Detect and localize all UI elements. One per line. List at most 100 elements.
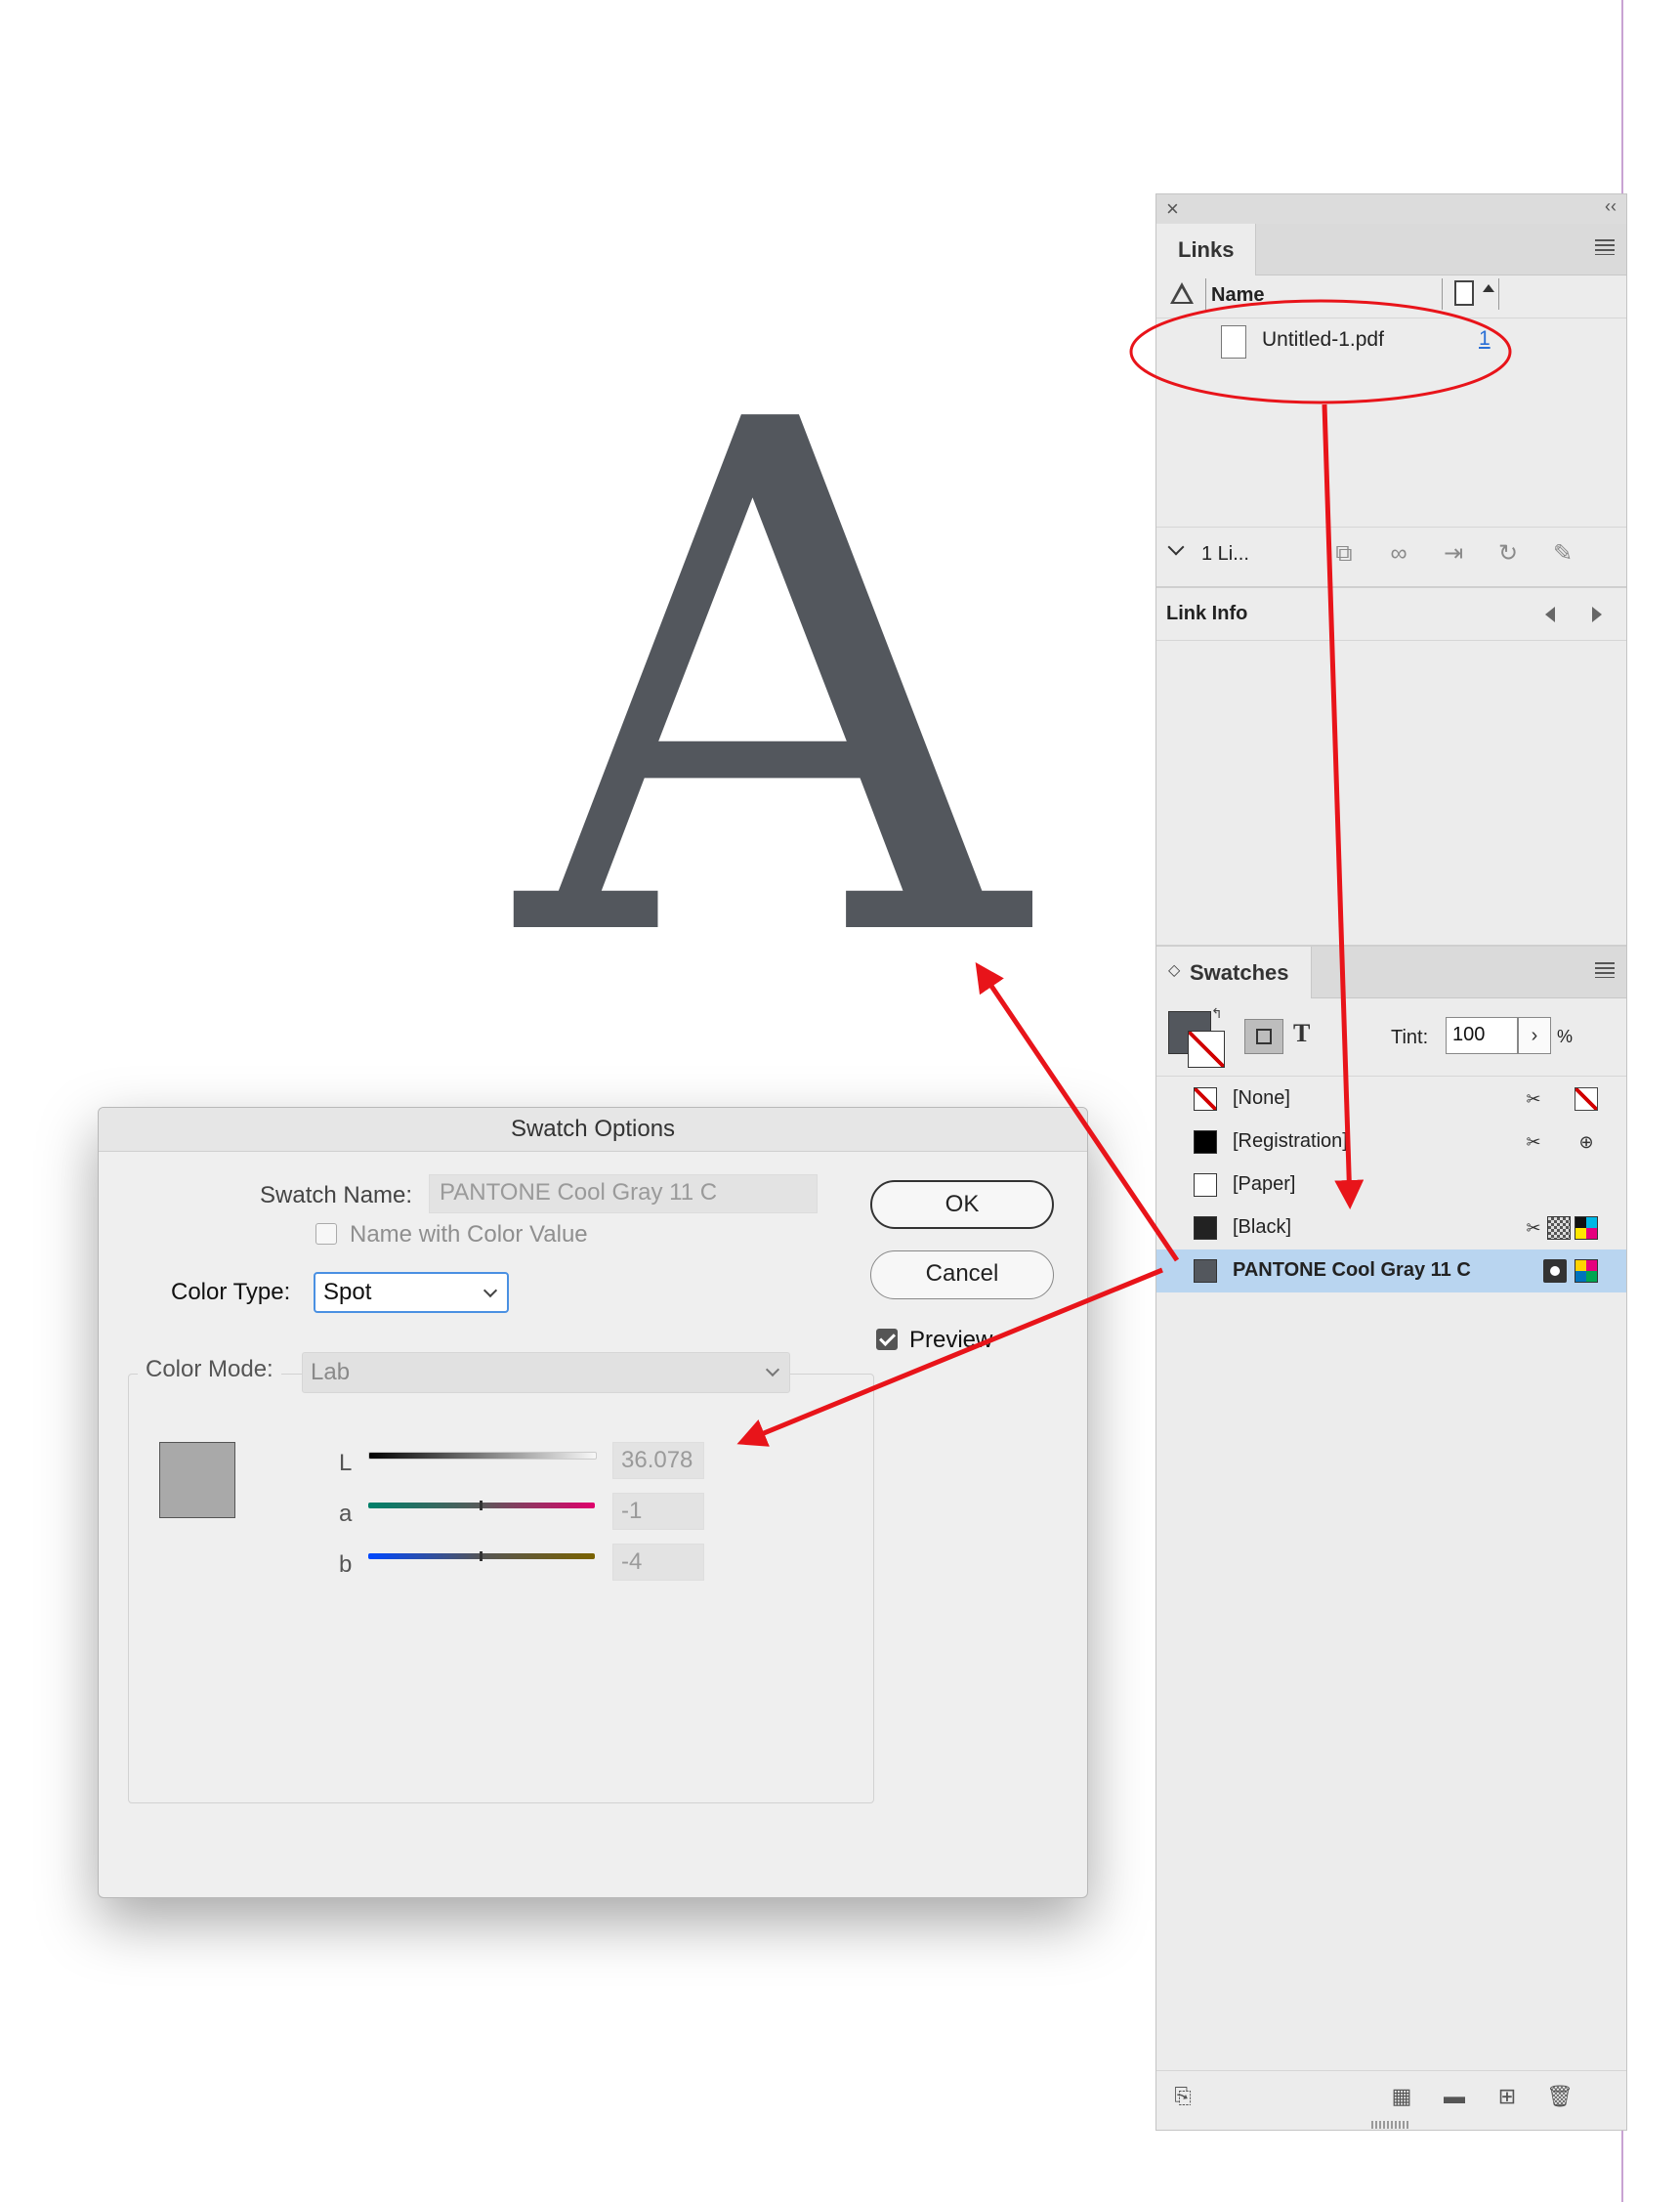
tint-unit: % <box>1557 1027 1574 1046</box>
color-type-value: Spot <box>323 1279 372 1305</box>
swatch-row-registration[interactable]: [Registration] ✂ ⊕ <box>1156 1121 1626 1164</box>
link-row[interactable]: Untitled-1.pdf 1 <box>1156 319 1626 360</box>
links-column-header: Name <box>1156 275 1626 318</box>
column-separator <box>1205 278 1206 310</box>
next-link-icon[interactable] <box>1592 607 1602 622</box>
name-with-color-value-label: Name with Color Value <box>350 1221 588 1248</box>
goto-link-icon[interactable]: ⇥ <box>1438 539 1469 569</box>
edit-original-icon[interactable]: ✎ <box>1547 539 1578 569</box>
a-slider-knob[interactable] <box>480 1501 483 1510</box>
show-swatch-kinds-icon[interactable]: ⎘ <box>1168 2083 1197 2110</box>
update-link-icon[interactable]: ↻ <box>1492 539 1524 569</box>
tab-links[interactable]: Links <box>1156 224 1257 275</box>
preview-label: Preview <box>909 1327 993 1353</box>
collapse-icon[interactable]: ‹‹ <box>1605 196 1617 217</box>
process-color-icon <box>1547 1216 1571 1240</box>
link-file-name: Untitled-1.pdf <box>1262 328 1384 351</box>
name-with-color-value-checkbox[interactable] <box>315 1223 337 1245</box>
color-mode-label: Color Mode: <box>146 1356 273 1382</box>
sort-arrow-icon[interactable] <box>1483 284 1494 292</box>
formatting-text-button[interactable]: T <box>1293 1019 1310 1048</box>
spot-color-icon <box>1543 1259 1567 1283</box>
swatch-row-black[interactable]: [Black] ✂ <box>1156 1207 1626 1249</box>
swatch-name-label: Swatch Name: <box>260 1182 413 1208</box>
ok-button[interactable]: OK <box>870 1180 1054 1229</box>
container-icon <box>1256 1029 1272 1044</box>
color-type-select[interactable]: Spot <box>314 1272 509 1313</box>
panel-menu-icon[interactable] <box>1595 239 1615 255</box>
links-tab-row: Links <box>1156 224 1626 275</box>
relink-from-cc-icon[interactable]: ⧉ <box>1328 539 1360 569</box>
link-count-label: 1 Li... <box>1201 543 1249 565</box>
non-editable-icon: ✂ <box>1526 1218 1541 1238</box>
color-mode-select[interactable]: Lab <box>302 1352 790 1393</box>
tab-swatches[interactable]: ◇ Swatches <box>1156 947 1312 998</box>
chevron-down-icon <box>483 1283 498 1298</box>
new-swatch-icon[interactable]: ⊞ <box>1492 2083 1522 2110</box>
color-mode-group <box>128 1374 874 1803</box>
relink-icon[interactable]: ∞ <box>1383 539 1414 569</box>
link-info-bar[interactable]: Link Info <box>1156 589 1626 641</box>
links-toolbar: 1 Li... ⧉ ∞ ⇥ ↻ ✎ <box>1156 527 1626 588</box>
new-color-group-icon[interactable]: ▬ <box>1440 2083 1469 2110</box>
l-slider-track[interactable] <box>368 1452 597 1460</box>
none-color-icon <box>1575 1087 1598 1111</box>
swatch-chip <box>1194 1130 1217 1154</box>
chevron-down-icon[interactable] <box>1167 538 1185 556</box>
swatch-views-icon[interactable]: ▦ <box>1387 2083 1416 2110</box>
swatch-chip <box>1194 1259 1217 1283</box>
cancel-button[interactable]: Cancel <box>870 1250 1054 1299</box>
name-column-header[interactable]: Name <box>1211 284 1264 307</box>
previous-link-icon[interactable] <box>1545 607 1555 622</box>
page-column-icon[interactable] <box>1454 280 1474 306</box>
a-slider-track[interactable] <box>368 1501 595 1510</box>
link-info-title: Link Info <box>1166 603 1248 624</box>
a-value-field[interactable]: -1 <box>612 1493 704 1530</box>
lab-mode-icon <box>1575 1259 1598 1283</box>
b-slider-knob[interactable] <box>480 1551 483 1561</box>
registration-icon: ⊕ <box>1578 1132 1594 1152</box>
tint-label: Tint: <box>1391 1027 1429 1048</box>
canvas-letter-a[interactable]: A <box>420 332 1123 1036</box>
panel-menu-icon[interactable] <box>1595 962 1615 978</box>
color-mode-value: Lab <box>311 1359 351 1385</box>
swatch-name: PANTONE Cool Gray 11 C <box>1233 1259 1471 1281</box>
b-value-field[interactable]: -4 <box>612 1544 704 1581</box>
column-separator <box>1442 278 1443 310</box>
chevron-down-icon <box>765 1362 780 1377</box>
color-mode-legend: Color Mode: <box>138 1356 281 1383</box>
tint-slider-toggle[interactable]: › <box>1518 1017 1551 1054</box>
swatches-tab-row: ◇ Swatches <box>1156 945 1626 998</box>
swatches-tab-label: Swatches <box>1190 960 1289 985</box>
swatch-chip <box>1194 1087 1217 1111</box>
delete-swatch-icon[interactable]: 🗑 <box>1545 2083 1575 2110</box>
color-preview-swatch <box>159 1442 235 1518</box>
preview-checkbox[interactable] <box>876 1329 898 1350</box>
panel-title-bar: × ‹‹ <box>1156 194 1626 225</box>
stroke-swatch[interactable] <box>1188 1031 1225 1068</box>
link-page-number[interactable]: 1 <box>1479 327 1491 351</box>
swatch-chip <box>1194 1173 1217 1197</box>
swatch-name: [Registration] <box>1233 1130 1348 1152</box>
swatch-name-field[interactable]: PANTONE Cool Gray 11 C <box>429 1174 818 1213</box>
b-slider-label: b <box>339 1551 353 1578</box>
b-slider-track[interactable] <box>368 1551 595 1561</box>
swatch-row-paper[interactable]: [Paper] <box>1156 1164 1626 1207</box>
close-icon[interactable]: × <box>1166 196 1179 222</box>
swatch-row-none[interactable]: [None] ✂ <box>1156 1078 1626 1121</box>
swatch-name: [Paper] <box>1233 1173 1296 1195</box>
pdf-file-icon <box>1221 325 1246 359</box>
swap-fill-stroke-icon[interactable]: ↰ <box>1211 1005 1223 1022</box>
swatch-name: [Black] <box>1233 1216 1292 1238</box>
expand-toggle-icon[interactable]: ◇ <box>1168 960 1180 980</box>
swatch-row-pantone-cool-gray[interactable]: PANTONE Cool Gray 11 C <box>1156 1249 1626 1292</box>
panel-dock: × ‹‹ Links Name Untitled-1.pdf 1 1 Li...… <box>1155 193 1627 2131</box>
non-editable-icon: ✂ <box>1526 1089 1541 1109</box>
tint-input[interactable]: 100 <box>1446 1017 1518 1054</box>
swatches-controls: ↰ T Tint: 100 › % <box>1156 997 1626 1077</box>
formatting-container-button[interactable] <box>1244 1019 1283 1054</box>
l-value-field[interactable]: 36.078 <box>612 1442 704 1479</box>
resize-grip-icon[interactable] <box>1371 2121 1410 2129</box>
swatch-options-dialog: Swatch Options Swatch Name: PANTONE Cool… <box>98 1107 1088 1898</box>
a-slider-label: a <box>339 1501 353 1527</box>
